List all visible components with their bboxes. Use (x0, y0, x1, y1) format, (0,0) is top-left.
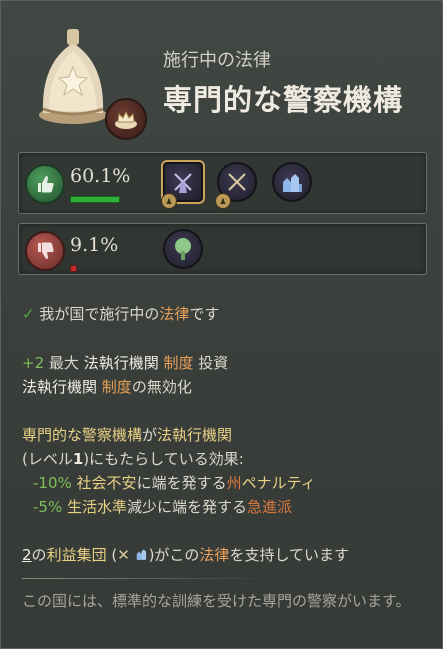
crossed-swords-icon: ✕ (117, 546, 130, 564)
flavor-text: この国には、標準的な訓練を受けた専門の警察がいます。 (22, 592, 411, 610)
law-link[interactable]: 法律 (199, 546, 229, 564)
interest-group-landowners[interactable] (163, 229, 203, 269)
effect-line-1: +2 最大 法執行機関 制度 投資 (22, 354, 229, 372)
thumbs-down-icon (25, 231, 65, 271)
support-line: 2の利益集団 (✕ )がこの法律を支持しています (22, 546, 349, 564)
town-buildings-icon (283, 174, 302, 192)
leader-badge-icon: ♟ (161, 193, 177, 209)
approval-box: 60.1% ♟ ♟ (18, 152, 427, 214)
approval-percent: 60.1% (70, 165, 131, 187)
tree-icon (175, 238, 191, 260)
windmill-icon (174, 173, 192, 193)
disapproval-box: 9.1% (18, 223, 427, 275)
crown-cushion-icon (105, 98, 147, 140)
law-link[interactable]: 法律 (159, 305, 189, 323)
effect-line-4: (レベル1)にもたらしている効果: (22, 450, 244, 468)
disapproval-percent: 9.1% (70, 234, 119, 256)
law-subtitle: 施行中の法律 (163, 50, 271, 71)
law-title: 専門的な警察機構 (163, 83, 404, 117)
leader-badge-icon: ♟ (215, 193, 231, 209)
crossed-swords-icon (228, 173, 246, 191)
thumbs-up-icon (25, 164, 65, 204)
divider (22, 578, 272, 579)
header: 施行中の法律 専門的な警察機構 (1, 1, 442, 141)
status-line: ✓ 我が国で施行中の法律です (22, 305, 220, 323)
effect-line-3: 専門的な警察機構が法執行機関 (22, 426, 233, 444)
disapproval-bar (70, 265, 77, 272)
interest-group-petite-bourgeoisie[interactable] (272, 162, 312, 202)
town-buildings-icon (136, 549, 146, 560)
modifier-unrest: -10% 社会不安に端を発する州ペナルティ (33, 474, 316, 492)
police-helmet-icon (39, 29, 107, 124)
effect-line-2: 法執行機関 制度の無効化 (22, 378, 192, 396)
approval-bar (70, 196, 120, 203)
institution-link[interactable]: 法執行機関 (22, 378, 97, 396)
modifier-radicals: -5% 生活水準減少に端を発する急進派 (33, 498, 293, 516)
interest-groups-link[interactable]: 利益集団 (47, 546, 107, 564)
checkmark-icon: ✓ (22, 305, 35, 323)
institution-link[interactable]: 法執行機関 (84, 354, 159, 372)
law-tooltip-panel: 施行中の法律 専門的な警察機構 60.1% ♟ ♟ 9.1% ✓ 我が国で施行中… (0, 0, 443, 649)
